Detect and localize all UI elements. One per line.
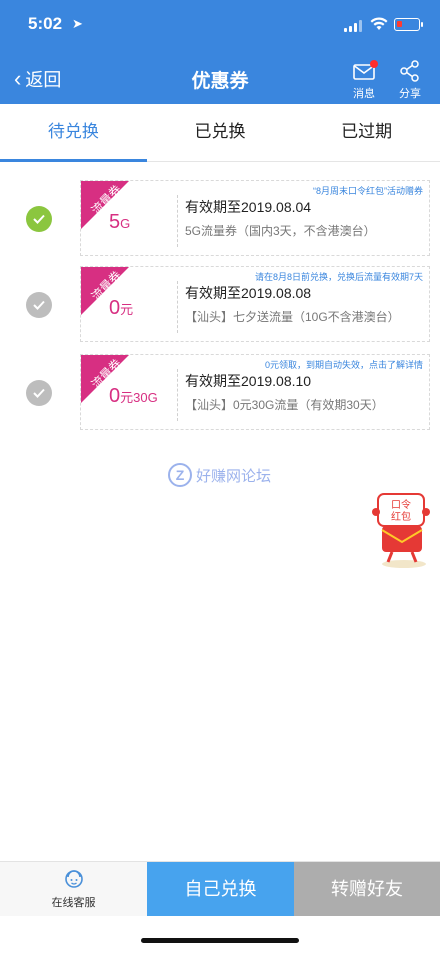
coupon-divider [177,281,178,333]
amount-value: 5 [109,211,121,233]
coupon-item[interactable]: 流量券 5G “8月周末口令红包”活动赠券 有效期至2019.08.04 5G流… [0,180,440,258]
signal-icon [344,20,364,32]
amount-value: 0 [109,297,121,319]
select-checkbox[interactable] [26,206,52,232]
tab-pending[interactable]: 待兑换 [0,104,147,162]
coupon-card[interactable]: 流量券 0元 请在8月8日前兑换，兑换后流量有效期7天 有效期至2019.08.… [80,266,430,342]
validity-date: 有效期至2019.08.10 [185,373,312,389]
online-service-button[interactable]: 在线客服 [0,862,147,916]
location-arrow-icon: ➤ [72,16,83,31]
tab-redeemed[interactable]: 已兑换 [147,104,294,161]
coupon-amount: 5G [109,211,130,234]
gift-friend-button[interactable]: 转赠好友 [294,862,440,916]
amount-unit: 元 [120,302,134,317]
coupon-card[interactable]: 流量券 0元30G 0元领取，到期自动失效，点击了解详情 有效期至2019.08… [80,354,430,430]
promo-note[interactable]: “8月周末口令红包”活动赠券 [313,184,423,197]
tab-expired[interactable]: 已过期 [293,104,440,161]
bottom-action-bar: 在线客服 自己兑换 转赠好友 [0,861,440,916]
coupon-item[interactable]: 流量券 0元30G 0元领取，到期自动失效，点击了解详情 有效期至2019.08… [0,354,440,432]
unread-badge [370,60,378,68]
red-packet-mascot[interactable]: 口令 红包 [368,486,434,570]
amount-unit: 元30G [120,390,158,405]
coupon-tabs: 待兑换 已兑换 已过期 [0,104,440,162]
validity-date: 有效期至2019.08.08 [185,285,312,301]
coupon-description: 5G流量券（国内3天，不含港澳台） [185,224,376,238]
watermark-logo-icon: Z [168,463,192,487]
share-icon [400,60,419,82]
share-label: 分享 [399,88,421,100]
watermark-text: 好赚网论坛 [196,467,272,485]
coupon-item[interactable]: 流量券 0元 请在8月8日前兑换，兑换后流量有效期7天 有效期至2019.08.… [0,266,440,344]
coupon-card[interactable]: 流量券 5G “8月周末口令红包”活动赠券 有效期至2019.08.04 5G流… [80,180,430,256]
app-header: 5:02 ➤ ‹ 返回 优惠券 消息 分享 [0,0,440,104]
coupon-amount: 0元 [109,297,133,320]
promo-note[interactable]: 请在8月8日前兑换，兑换后流量有效期7天 [255,270,423,283]
checkmark-icon [33,388,45,398]
promo-note[interactable]: 0元领取，到期自动失效，点击了解详情 [265,358,423,371]
battery-icon [394,18,423,31]
customer-service-icon [64,870,83,888]
message-button[interactable]: 消息 [344,60,384,101]
coupon-description: 【汕头】0元30G流量（有效期30天） [185,398,384,412]
home-indicator[interactable] [141,938,299,943]
select-checkbox[interactable] [26,292,52,318]
service-label: 在线客服 [51,897,96,909]
coupon-divider [177,369,178,421]
message-label: 消息 [353,88,375,100]
coupon-divider [177,195,178,247]
mascot-text-2: 红包 [391,510,411,523]
mascot-text-1: 口令 [391,498,411,511]
wifi-icon [370,17,388,30]
amount-value: 0 [109,385,121,407]
share-button[interactable]: 分享 [390,60,430,101]
forum-watermark: Z 好赚网论坛 [168,462,271,488]
redeem-self-button[interactable]: 自己兑换 [147,862,294,916]
coupon-description: 【汕头】七夕送流量（10G不含港澳台） [185,310,400,324]
select-checkbox[interactable] [26,380,52,406]
nav-bar: ‹ 返回 优惠券 消息 分享 [0,56,440,100]
checkmark-icon [33,214,45,224]
validity-date: 有效期至2019.08.04 [185,199,312,215]
status-bar: 5:02 ➤ [0,14,440,38]
red-packet-icon: 口令 红包 [372,493,430,568]
coupon-amount: 0元30G [109,385,158,408]
checkmark-icon [33,300,45,310]
status-time: 5:02 [28,14,63,33]
amount-unit: G [120,216,131,231]
